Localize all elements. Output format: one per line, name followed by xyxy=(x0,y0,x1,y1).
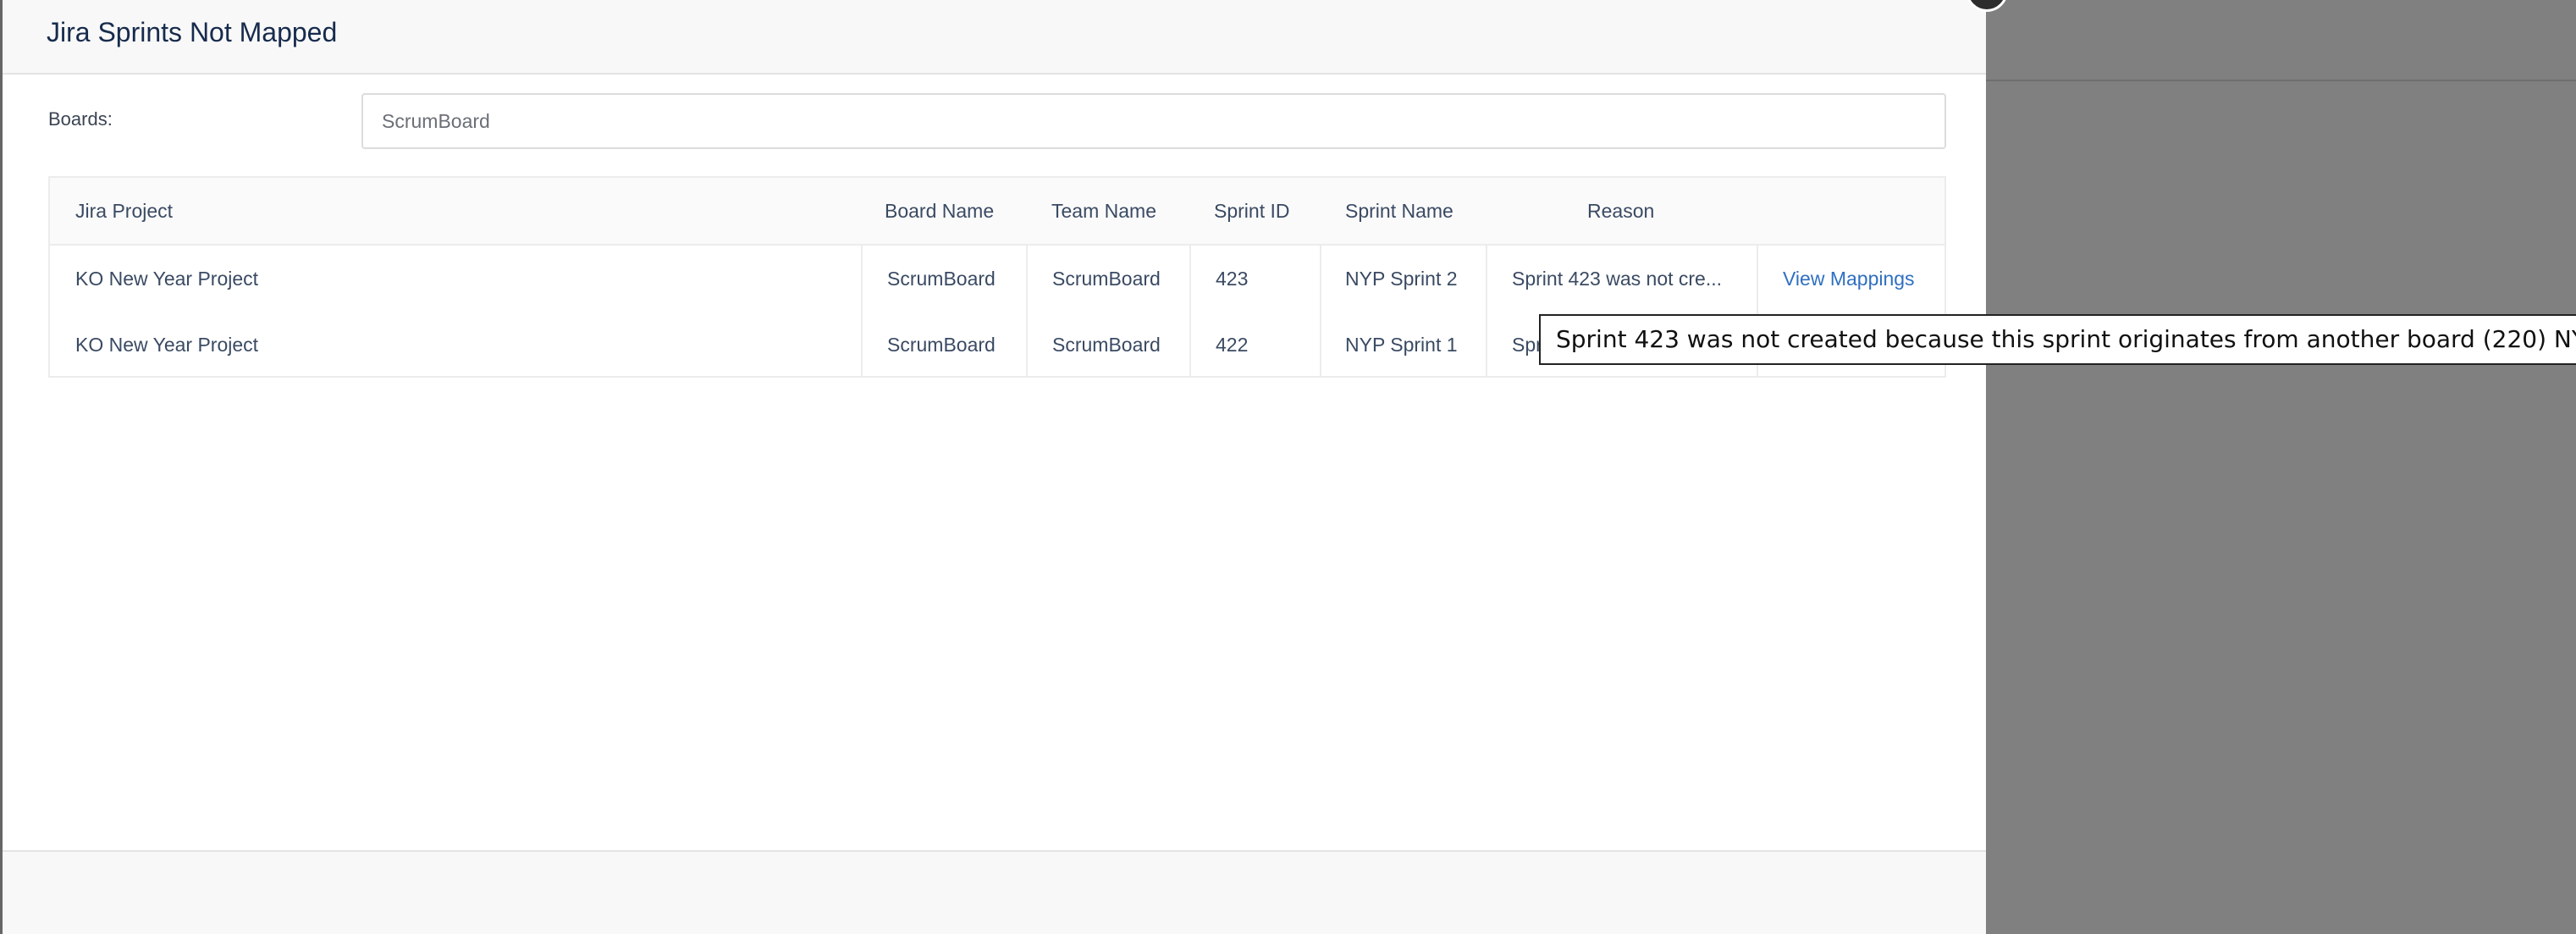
cell-sprint-name: NYP Sprint 2 xyxy=(1345,268,1458,290)
cell-reason: Sprint 423 was not cre... xyxy=(1512,268,1722,290)
header-jira-project[interactable]: Jira Project xyxy=(75,200,173,223)
cell-team-name: ScrumBoard xyxy=(1052,334,1161,356)
table-header-row: Jira Project Board Name Team Name Sprint… xyxy=(50,178,1944,246)
modal-title: Jira Sprints Not Mapped xyxy=(47,15,337,49)
header-reason[interactable]: Reason xyxy=(1587,200,1654,223)
boards-label: Boards: xyxy=(48,108,113,130)
cell-board-name: ScrumBoard xyxy=(887,334,996,356)
cell-jira-project: KO New Year Project xyxy=(75,334,258,356)
cell-team-name: ScrumBoard xyxy=(1052,268,1161,290)
header-team-name[interactable]: Team Name xyxy=(1051,200,1156,223)
cell-board-name: ScrumBoard xyxy=(887,268,996,290)
cell-sprint-id: 423 xyxy=(1216,268,1248,290)
reason-tooltip: Sprint 423 was not created because this … xyxy=(1539,314,2576,365)
header-board-name[interactable]: Board Name xyxy=(885,200,994,223)
header-sprint-name[interactable]: Sprint Name xyxy=(1345,200,1453,223)
table-row[interactable]: KO New Year Project ScrumBoard ScrumBoar… xyxy=(50,246,1944,312)
modal-dialog: Jira Sprints Not Mapped Boards: Jira Pro… xyxy=(0,0,1986,934)
modal-header: Jira Sprints Not Mapped xyxy=(3,0,1986,75)
cell-jira-project: KO New Year Project xyxy=(75,268,258,290)
overlay-header-divider xyxy=(1986,80,2576,81)
cell-reason: Spr xyxy=(1512,334,1542,356)
header-sprint-id[interactable]: Sprint ID xyxy=(1214,200,1289,223)
cell-sprint-name: NYP Sprint 1 xyxy=(1345,334,1458,356)
modal-footer xyxy=(3,850,1986,934)
cell-sprint-id: 422 xyxy=(1216,334,1248,356)
boards-input[interactable] xyxy=(361,93,1946,149)
view-mappings-link[interactable]: View Mappings xyxy=(1783,268,1915,290)
